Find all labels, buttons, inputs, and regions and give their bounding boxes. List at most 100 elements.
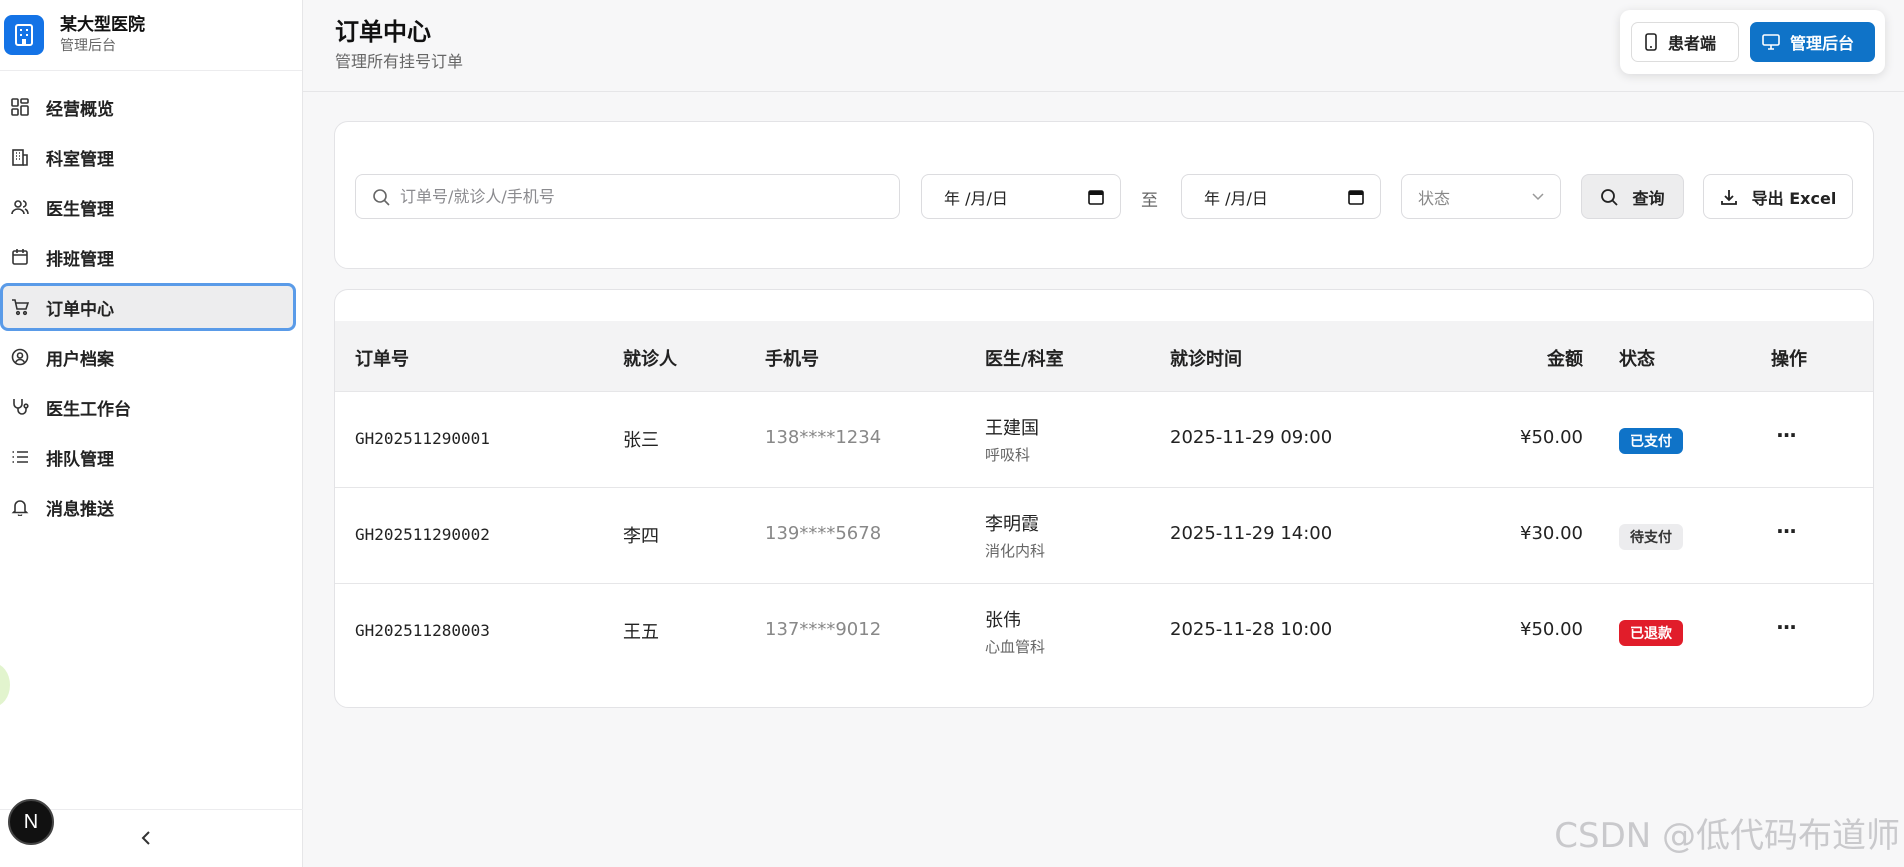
sidebar-item-label: 排班管理 <box>46 249 114 270</box>
patient-view-button[interactable]: 患者端 <box>1631 22 1739 62</box>
mobile-phone-icon <box>1645 33 1657 51</box>
view-switcher: 患者端 管理后台 <box>1620 10 1885 74</box>
sidebar-item-label: 排队管理 <box>46 449 114 470</box>
search-input[interactable] <box>400 187 880 206</box>
end-date-value: 年 /月/日 <box>1204 188 1268 208</box>
calendar-icon[interactable] <box>1348 189 1364 205</box>
sidebar-item-label: 科室管理 <box>46 149 114 170</box>
column-header-amount: 金额 <box>1547 349 1583 370</box>
amount: ¥30.00 <box>1520 523 1583 544</box>
monitor-icon <box>1762 34 1780 50</box>
stethoscope-icon <box>10 397 30 417</box>
list-icon <box>10 447 30 467</box>
orders-table: 订单号 就诊人 手机号 医生/科室 就诊时间 金额 状态 操作 GH202511… <box>334 289 1874 708</box>
calendar-icon <box>10 247 30 267</box>
sidebar-item-doctor-workbench[interactable]: 医生工作台 <box>0 383 302 431</box>
department-name: 心血管科 <box>985 638 1046 656</box>
status-badge: 已支付 <box>1619 428 1683 454</box>
patient-view-label: 患者端 <box>1668 34 1717 53</box>
table-header: 订单号 就诊人 手机号 医生/科室 就诊时间 金额 状态 操作 <box>335 321 1873 392</box>
status-select-placeholder: 状态 <box>1418 188 1451 208</box>
visit-time: 2025-11-29 14:00 <box>1170 523 1333 544</box>
patient-name: 李四 <box>623 526 659 547</box>
query-button-label: 查询 <box>1632 188 1665 208</box>
users-icon <box>10 197 30 217</box>
phone-number: 138****1234 <box>765 427 882 448</box>
order-number: GH202511290001 <box>355 429 490 448</box>
search-icon <box>373 188 390 206</box>
search-field[interactable] <box>355 174 900 219</box>
sidebar-item-label: 医生管理 <box>46 199 114 220</box>
sidebar-item-overview[interactable]: 经营概览 <box>0 83 302 131</box>
start-date-input[interactable]: 年 /月/日 <box>921 174 1121 219</box>
end-date-input[interactable]: 年 /月/日 <box>1181 174 1381 219</box>
column-header-status: 状态 <box>1619 349 1655 370</box>
sidebar-item-label: 消息推送 <box>46 499 114 520</box>
column-header-order-no: 订单号 <box>355 349 409 370</box>
dashboard-grid-icon <box>10 97 30 117</box>
sidebar-item-schedule[interactable]: 排班管理 <box>0 233 302 281</box>
sidebar-item-user-profiles[interactable]: 用户档案 <box>0 333 302 381</box>
dev-tools-badge[interactable]: N <box>8 799 54 845</box>
sidebar-item-doctors[interactable]: 医生管理 <box>0 183 302 231</box>
order-number: GH202511280003 <box>355 621 490 640</box>
more-actions-icon[interactable]: ··· <box>1771 516 1801 546</box>
chevron-left-icon[interactable] <box>136 826 156 850</box>
status-badge: 已退款 <box>1619 620 1683 646</box>
building-icon <box>10 147 30 167</box>
sidebar-item-label: 订单中心 <box>46 299 114 320</box>
column-header-patient: 就诊人 <box>623 349 677 370</box>
department-name: 消化内科 <box>985 542 1046 560</box>
export-excel-button[interactable]: 导出 Excel <box>1703 174 1853 219</box>
status-select[interactable]: 状态 <box>1401 174 1561 219</box>
column-header-visit-time: 就诊时间 <box>1170 349 1242 370</box>
shopping-cart-icon <box>10 297 30 317</box>
status-badge: 待支付 <box>1619 524 1683 550</box>
date-range-separator: 至 <box>1141 191 1158 211</box>
more-actions-icon[interactable]: ··· <box>1771 420 1801 450</box>
brand-title: 某大型医院 <box>60 15 145 35</box>
query-button[interactable]: 查询 <box>1581 174 1684 219</box>
table-row[interactable]: GH202511290001 张三 138****1234 王建国 呼吸科 20… <box>335 392 1873 488</box>
order-number: GH202511290002 <box>355 525 490 544</box>
doctor-name: 王建国 <box>985 418 1039 439</box>
phone-number: 137****9012 <box>765 619 882 640</box>
more-actions-icon[interactable]: ··· <box>1771 612 1801 642</box>
sidebar-item-label: 医生工作台 <box>46 399 131 420</box>
bell-icon <box>10 497 30 517</box>
amount: ¥50.00 <box>1520 427 1583 448</box>
admin-view-button[interactable]: 管理后台 <box>1750 22 1875 62</box>
sidebar-item-label: 经营概览 <box>46 99 114 120</box>
filter-panel: 年 /月/日 至 年 /月/日 状态 查询 导出 Excel <box>334 121 1874 269</box>
brand-subtitle: 管理后台 <box>60 38 116 54</box>
amount: ¥50.00 <box>1520 619 1583 640</box>
column-header-doctor-dept: 医生/科室 <box>985 349 1064 370</box>
sidebar: 某大型医院 管理后台 经营概览 科室管理 医生管理 排班管理 订单中心 用户档案 <box>0 0 303 867</box>
table-row[interactable]: GH202511280003 王五 137****9012 张伟 心血管科 20… <box>335 584 1873 680</box>
watermark: CSDN @低代码布道师 <box>1554 816 1900 856</box>
user-circle-icon <box>10 347 30 367</box>
sidebar-nav: 经营概览 科室管理 医生管理 排班管理 订单中心 用户档案 医生工作台 排队管理… <box>0 71 302 531</box>
patient-name: 王五 <box>623 622 659 643</box>
table-row[interactable]: GH202511290002 李四 139****5678 李明霞 消化内科 2… <box>335 488 1873 584</box>
column-header-actions: 操作 <box>1771 349 1807 370</box>
calendar-icon[interactable] <box>1088 189 1104 205</box>
visit-time: 2025-11-29 09:00 <box>1170 427 1333 448</box>
patient-name: 张三 <box>623 430 659 451</box>
page-header: 订单中心 管理所有挂号订单 患者端 管理后台 <box>303 0 1904 92</box>
page-subtitle: 管理所有挂号订单 <box>335 52 464 71</box>
sidebar-item-orders[interactable]: 订单中心 <box>0 283 296 331</box>
sidebar-item-label: 用户档案 <box>46 349 114 370</box>
page-title: 订单中心 <box>335 18 431 46</box>
column-header-phone: 手机号 <box>765 349 819 370</box>
sidebar-item-notifications[interactable]: 消息推送 <box>0 483 302 531</box>
admin-view-label: 管理后台 <box>1790 34 1855 53</box>
sidebar-item-queue[interactable]: 排队管理 <box>0 433 302 481</box>
phone-number: 139****5678 <box>765 523 882 544</box>
hospital-building-icon <box>4 15 44 55</box>
visit-time: 2025-11-28 10:00 <box>1170 619 1333 640</box>
doctor-name: 李明霞 <box>985 514 1039 535</box>
download-icon <box>1720 189 1737 205</box>
sidebar-item-departments[interactable]: 科室管理 <box>0 133 302 181</box>
department-name: 呼吸科 <box>985 446 1031 464</box>
